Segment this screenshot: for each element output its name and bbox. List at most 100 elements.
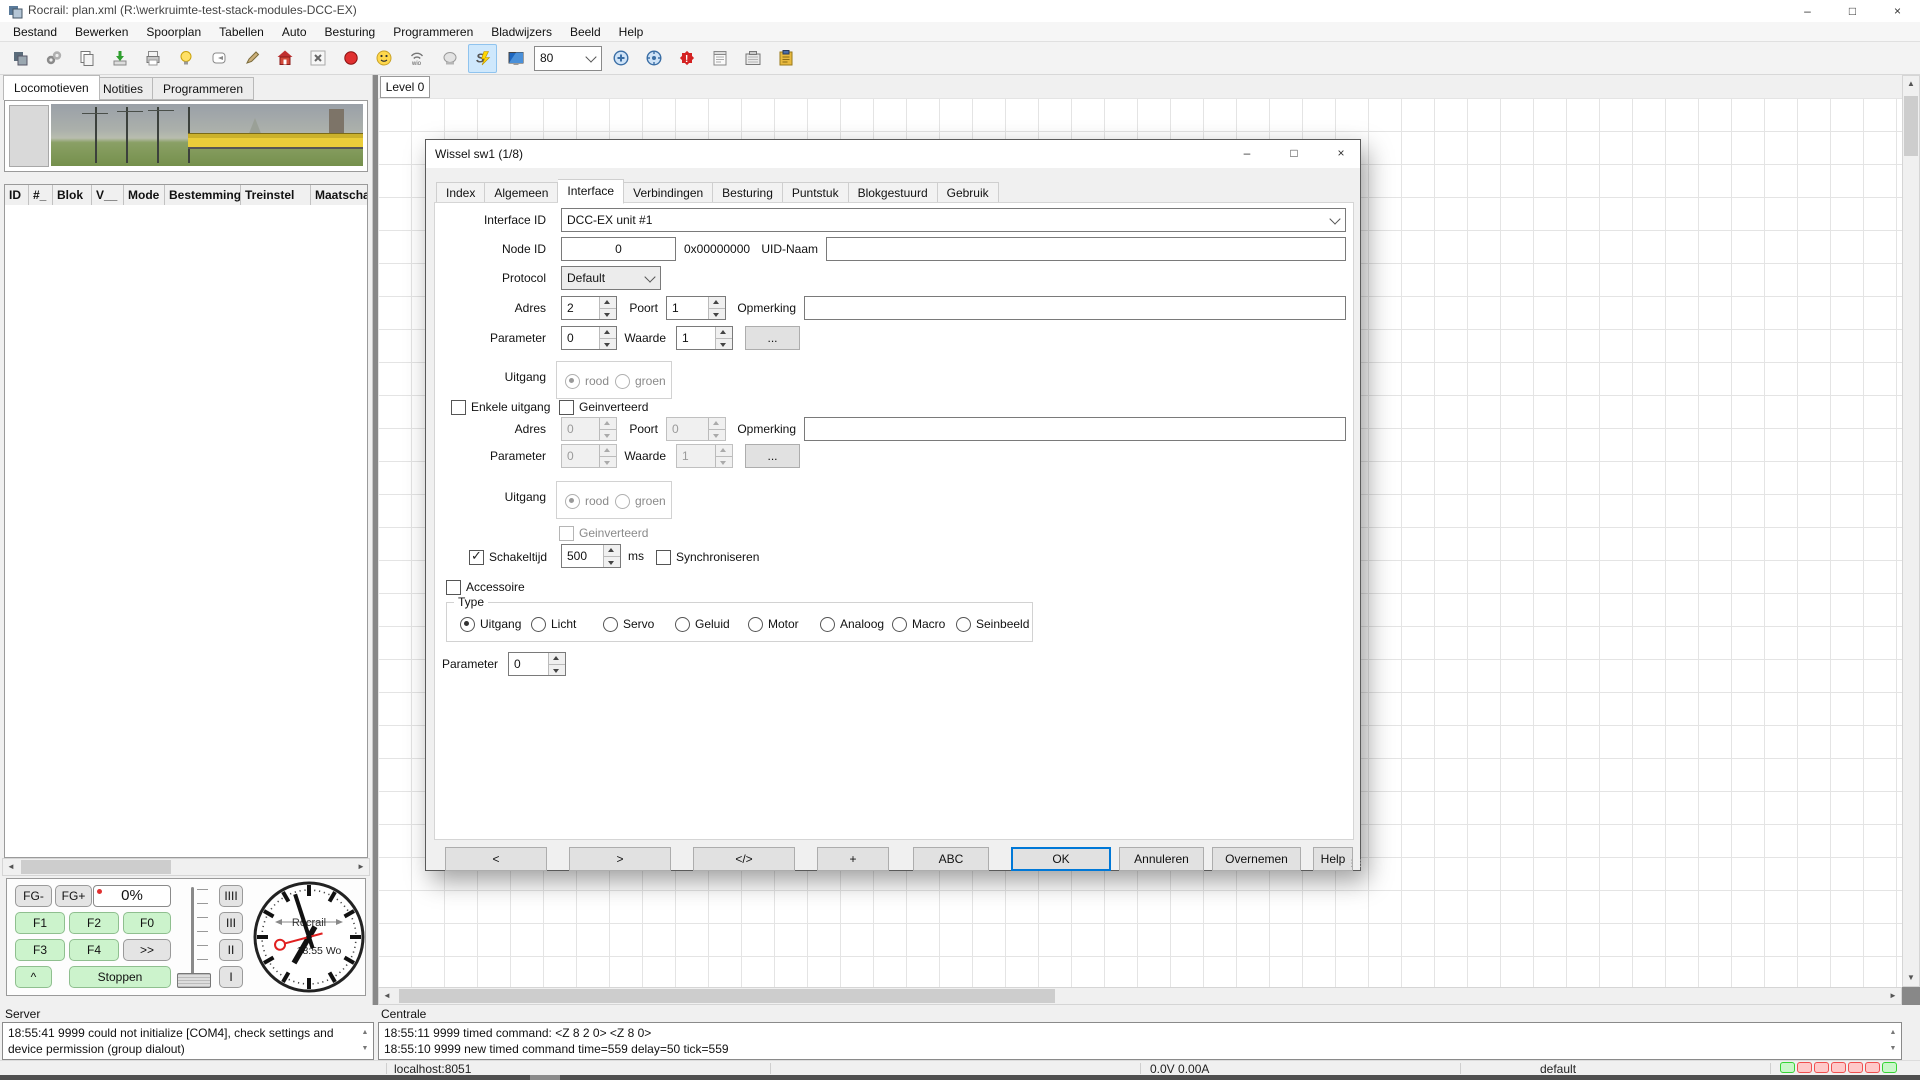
dialog-minimize-button[interactable]: – bbox=[1230, 144, 1264, 164]
menu-beeld[interactable]: Beeld bbox=[561, 22, 610, 42]
frame-link-icon[interactable] bbox=[204, 44, 233, 73]
scroll-thumb[interactable] bbox=[21, 860, 171, 874]
tab-interface[interactable]: Interface bbox=[558, 179, 624, 204]
tab-algemeen[interactable]: Algemeen bbox=[485, 182, 558, 204]
tab-puntstuk[interactable]: Puntstuk bbox=[783, 182, 849, 204]
opmerking2-input[interactable] bbox=[804, 417, 1346, 441]
tab-gebruik[interactable]: Gebruik bbox=[938, 182, 999, 204]
checkbox-icon[interactable] bbox=[451, 400, 466, 415]
cancel-button[interactable]: Annuleren bbox=[1119, 847, 1204, 871]
xml-button[interactable]: </> bbox=[693, 847, 795, 871]
accessoire-checkbox[interactable]: Accessoire bbox=[446, 578, 525, 596]
notes-icon[interactable] bbox=[705, 44, 734, 73]
schakeltijd-checkbox[interactable]: Schakeltijd bbox=[469, 548, 547, 566]
radio-icon[interactable] bbox=[892, 617, 907, 632]
menu-tabellen[interactable]: Tabellen bbox=[210, 22, 273, 42]
canvas-vscrollbar[interactable]: ▲ ▼ bbox=[1902, 75, 1920, 987]
col-maatschappij[interactable]: Maatscha bbox=[311, 185, 367, 205]
tab-index[interactable]: Index bbox=[436, 182, 485, 204]
smiley-icon[interactable] bbox=[369, 44, 398, 73]
checkbox-checked-icon[interactable] bbox=[469, 550, 484, 565]
tab-blokgestuurd[interactable]: Blokgestuurd bbox=[849, 182, 938, 204]
radio-icon[interactable] bbox=[615, 374, 630, 389]
col-mode[interactable]: Mode bbox=[124, 185, 165, 205]
gears-icon[interactable] bbox=[39, 44, 68, 73]
lamp-icon[interactable] bbox=[435, 44, 464, 73]
type-analoog-radio[interactable]: Analoog bbox=[820, 615, 884, 633]
spin-down-icon[interactable] bbox=[549, 665, 565, 676]
radio-icon[interactable] bbox=[748, 617, 763, 632]
zoom-fit-icon[interactable] bbox=[639, 44, 668, 73]
menu-spoorplan[interactable]: Spoorplan bbox=[137, 22, 210, 42]
idea-bulb-icon[interactable] bbox=[171, 44, 200, 73]
rood-radio[interactable]: rood bbox=[565, 372, 609, 390]
fg-plus-button[interactable]: FG+ bbox=[55, 885, 92, 907]
print-icon[interactable] bbox=[138, 44, 167, 73]
radio-checked-icon[interactable] bbox=[460, 617, 475, 632]
throttle-slider-handle[interactable] bbox=[177, 973, 211, 988]
protocol-combo[interactable]: Default bbox=[561, 266, 661, 290]
left-panel-hscrollbar[interactable]: ◄ ► bbox=[2, 858, 370, 876]
dialog-titlebar[interactable]: Wissel sw1 (1/8) – □ × bbox=[426, 140, 1360, 168]
menu-bewerken[interactable]: Bewerken bbox=[66, 22, 137, 42]
f1-button[interactable]: F1 bbox=[15, 912, 65, 934]
interface-id-combo[interactable]: DCC-EX unit #1 bbox=[561, 208, 1346, 232]
type-licht-radio[interactable]: Licht bbox=[531, 615, 576, 633]
col-blok[interactable]: Blok bbox=[53, 185, 92, 205]
type-geluid-radio[interactable]: Geluid bbox=[675, 615, 730, 633]
type-uitgang-radio[interactable]: Uitgang bbox=[460, 615, 521, 633]
f0-button[interactable]: F0 bbox=[123, 912, 171, 934]
dialog-close-button[interactable]: × bbox=[1324, 144, 1358, 164]
spin-up-icon[interactable] bbox=[604, 545, 620, 557]
node-id-input[interactable]: 0 bbox=[561, 237, 676, 261]
enkele-uitgang-checkbox[interactable]: Enkele uitgang bbox=[451, 398, 550, 416]
fg-minus-button[interactable]: FG- bbox=[15, 885, 52, 907]
radio-icon[interactable] bbox=[603, 617, 618, 632]
opmerking-input[interactable] bbox=[804, 296, 1346, 320]
throttle-slider-track[interactable] bbox=[191, 887, 194, 979]
type-seinbeeld-radio[interactable]: Seinbeeld bbox=[956, 615, 1029, 633]
scroll-thumb[interactable] bbox=[399, 989, 1055, 1003]
radio-icon[interactable] bbox=[565, 374, 580, 389]
copy-icon[interactable] bbox=[72, 44, 101, 73]
poort-spinner[interactable]: 1 bbox=[666, 296, 726, 320]
col-bestemming[interactable]: Bestemming bbox=[165, 185, 241, 205]
spin-down-icon[interactable] bbox=[600, 309, 616, 320]
type-macro-radio[interactable]: Macro bbox=[892, 615, 945, 633]
tab-besturing[interactable]: Besturing bbox=[713, 182, 783, 204]
spin-up-icon[interactable] bbox=[600, 297, 616, 309]
monitor-icon[interactable] bbox=[501, 44, 530, 73]
window-maximize-button[interactable]: □ bbox=[1830, 0, 1875, 22]
f4-button[interactable]: F4 bbox=[69, 939, 119, 961]
gear-4-button[interactable]: IIII bbox=[219, 885, 243, 907]
level-tab[interactable]: Level 0 bbox=[380, 76, 430, 98]
prev-button[interactable]: < bbox=[445, 847, 547, 871]
schakeltijd-spinner[interactable]: 500 bbox=[561, 544, 621, 568]
menu-bladwijzers[interactable]: Bladwijzers bbox=[482, 22, 561, 42]
tab-verbindingen[interactable]: Verbindingen bbox=[624, 182, 713, 204]
add-button[interactable]: + bbox=[817, 847, 889, 871]
gear-2-button[interactable]: II bbox=[219, 939, 243, 961]
window-minimize-button[interactable]: – bbox=[1785, 0, 1830, 22]
menu-bestand[interactable]: Bestand bbox=[4, 22, 66, 42]
spin-up-icon[interactable] bbox=[709, 297, 725, 309]
f3-button[interactable]: F3 bbox=[15, 939, 65, 961]
cardfile-icon[interactable] bbox=[738, 44, 767, 73]
direction-button[interactable]: ^ bbox=[15, 966, 52, 988]
gear-3-button[interactable]: III bbox=[219, 912, 243, 934]
col-id[interactable]: ID bbox=[5, 185, 29, 205]
menu-help[interactable]: Help bbox=[610, 22, 653, 42]
zoom-level-combo[interactable]: 80 bbox=[534, 46, 602, 71]
synchroniseren-checkbox[interactable]: Synchroniseren bbox=[656, 548, 759, 566]
home-icon[interactable] bbox=[270, 44, 299, 73]
scroll-down-icon[interactable]: ▼ bbox=[359, 1041, 371, 1057]
scroll-up-icon[interactable]: ▲ bbox=[359, 1025, 371, 1041]
alert-icon[interactable]: ! bbox=[672, 44, 701, 73]
canvas-hscrollbar[interactable]: ◄ ► bbox=[378, 987, 1902, 1005]
col-v[interactable]: V__ bbox=[92, 185, 124, 205]
spin-down-icon[interactable] bbox=[604, 557, 620, 568]
checkbox-icon[interactable] bbox=[446, 580, 461, 595]
resize-grip[interactable]: ⋮⋮ bbox=[1347, 858, 1357, 868]
geinverteerd-checkbox[interactable]: Geinverteerd bbox=[559, 398, 648, 416]
uid-naam-input[interactable] bbox=[826, 237, 1346, 261]
